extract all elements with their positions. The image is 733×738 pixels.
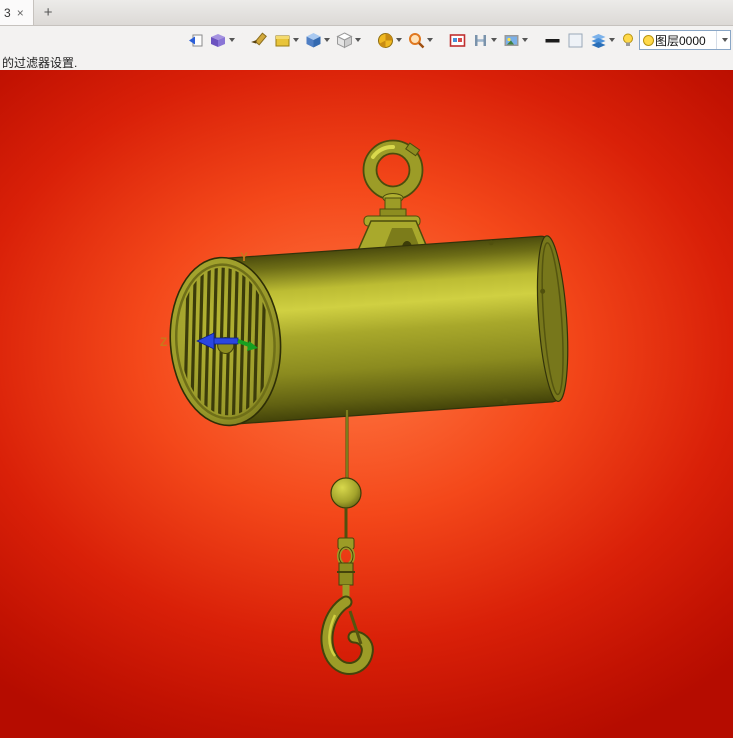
- dropdown-arrow-icon[interactable]: [355, 38, 361, 42]
- dropdown-arrow-icon[interactable]: [522, 38, 528, 42]
- layer-bulb-icon: [643, 34, 654, 46]
- image-frame-icon[interactable]: [448, 29, 467, 51]
- component-box-icon[interactable]: [209, 29, 236, 51]
- pencil-icon[interactable]: [250, 29, 269, 51]
- tab-close-icon[interactable]: ×: [17, 6, 24, 20]
- status-message: 的过滤器设置.: [0, 54, 733, 70]
- view-cube-icon[interactable]: [304, 29, 331, 51]
- top-eye-hook[interactable]: [362, 139, 424, 218]
- layer-controls: 图层0000: [620, 30, 733, 50]
- dropdown-arrow-icon[interactable]: [491, 38, 497, 42]
- document-tab[interactable]: 3 ×: [0, 0, 34, 25]
- model-scene: [165, 139, 573, 675]
- dropdown-arrow-icon[interactable]: [396, 38, 402, 42]
- z-axis-label: Z: [160, 335, 168, 349]
- zoom-magnifier-icon[interactable]: [407, 29, 434, 51]
- dimension-h-icon[interactable]: [471, 29, 498, 51]
- section-wheel-icon[interactable]: [376, 29, 403, 51]
- dropdown-arrow-icon: [721, 38, 728, 42]
- layer-dropdown-value: 图层0000: [655, 33, 706, 48]
- tab-bar: 3 × +: [0, 0, 733, 26]
- cable-ball[interactable]: [330, 477, 362, 509]
- y-axis-label: Y: [240, 250, 249, 264]
- new-tab-button[interactable]: +: [34, 0, 63, 25]
- light-bulb-icon[interactable]: [620, 32, 636, 48]
- cad-application-window: { "tabs": { "active_label": "3", "close_…: [0, 0, 733, 738]
- lower-hook-assembly[interactable]: [320, 410, 374, 675]
- dropdown-arrow-icon[interactable]: [293, 38, 299, 42]
- layers-icon[interactable]: [589, 29, 616, 51]
- dropdown-arrow-icon[interactable]: [609, 38, 615, 42]
- scene-view-icon[interactable]: [502, 29, 529, 51]
- material-box-icon[interactable]: [273, 29, 300, 51]
- cylinder-body[interactable]: [165, 234, 573, 429]
- dropdown-arrow-icon[interactable]: [229, 38, 235, 42]
- import-view-icon[interactable]: [186, 29, 205, 51]
- line-weight-icon[interactable]: [543, 29, 562, 51]
- blank-swatch-icon[interactable]: [566, 29, 585, 51]
- layer-dropdown[interactable]: 图层0000: [639, 30, 731, 50]
- layer-dropdown-arrow[interactable]: [716, 31, 730, 49]
- dropdown-arrow-icon[interactable]: [427, 38, 433, 42]
- tab-label: 3: [4, 5, 11, 20]
- main-toolbar: 图层0000: [0, 26, 733, 54]
- graphics-viewport[interactable]: Y Z: [0, 70, 733, 738]
- display-style-cube-icon[interactable]: [335, 29, 362, 51]
- dropdown-arrow-icon[interactable]: [324, 38, 330, 42]
